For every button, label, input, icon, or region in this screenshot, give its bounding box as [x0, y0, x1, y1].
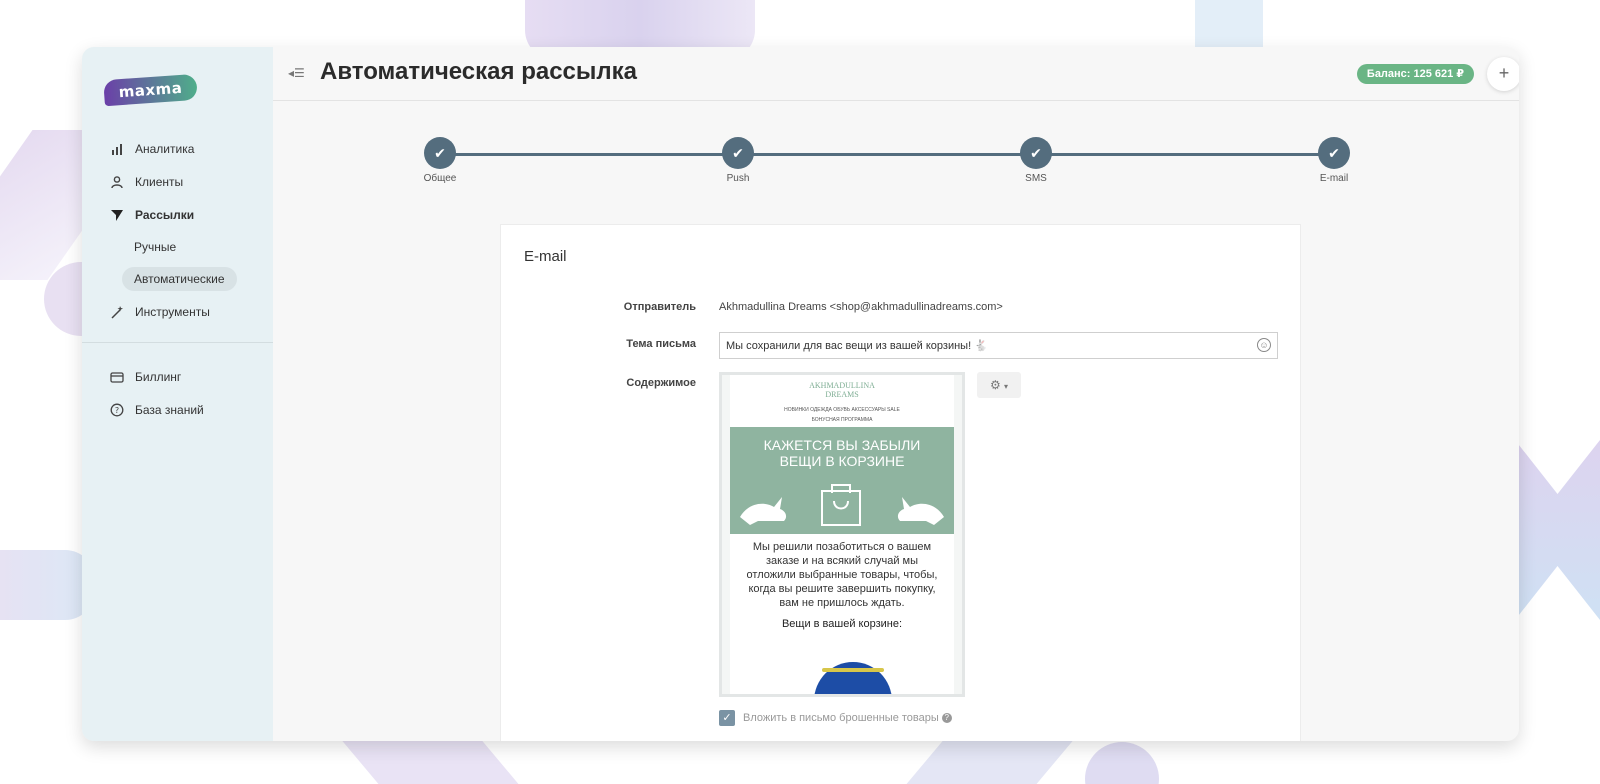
check-icon: ✔: [424, 137, 456, 169]
check-icon: ✔: [722, 137, 754, 169]
preview-nav: НОВИНКИ ОДЕЖДА ОБУВЬ АКСЕССУАРЫ SALE БОН…: [730, 405, 954, 425]
email-template-preview[interactable]: AKHMADULLINA DREAMS НОВИНКИ ОДЕЖДА ОБУВЬ…: [719, 372, 965, 697]
sidebar-item-clients[interactable]: Клиенты: [82, 165, 273, 198]
preview-body-text: Мы решили позаботиться о вашем заказе и …: [746, 541, 938, 609]
step-email[interactable]: ✔ E-mail: [1317, 137, 1351, 184]
check-icon: ✔: [1318, 137, 1350, 169]
email-preview-body: AKHMADULLINA DREAMS НОВИНКИ ОДЕЖДА ОБУВЬ…: [730, 375, 954, 694]
magic-wand-icon: [109, 304, 125, 320]
check-icon: ✔: [1020, 137, 1052, 169]
preview-headline-line: КАЖЕТСЯ ВЫ ЗАБЫЛИ: [763, 437, 921, 453]
step-label: Общее: [423, 173, 457, 184]
user-icon: [109, 174, 125, 190]
stepper-progress-line: [441, 153, 1335, 156]
product-image: [814, 662, 892, 694]
sidebar-subitem-manual[interactable]: Ручные: [82, 231, 273, 263]
attach-items-checkbox[interactable]: ✓: [719, 710, 735, 726]
sidebar-item-label: База знаний: [135, 402, 204, 417]
sender-label: Отправитель: [623, 301, 696, 313]
background-shape: [1085, 742, 1159, 784]
sidebar-subitem-label: Ручные: [134, 240, 177, 254]
sidebar-item-label: Рассылки: [135, 207, 195, 222]
preview-brand: AKHMADULLINA DREAMS: [730, 381, 954, 399]
email-settings-card: E-mail Отправитель Akhmadullina Dreams <…: [500, 224, 1301, 741]
main-content: ◂☰ Автоматическая рассылка Баланс: 125 6…: [273, 47, 1519, 741]
step-general[interactable]: ✔ Общее: [423, 137, 457, 184]
preview-banner: КАЖЕТСЯ ВЫ ЗАБЫЛИ ВЕЩИ В КОРЗИНЕ: [730, 427, 954, 534]
svg-text:?: ?: [115, 406, 119, 415]
wizard-stepper: ✔ Общее ✔ Push ✔ SMS ✔ E-mail: [423, 137, 1353, 187]
sidebar-item-label: Биллинг: [135, 369, 182, 384]
preview-headline-line: ВЕЩИ В КОРЗИНЕ: [779, 453, 905, 469]
sidebar: maxma Аналитика Клиенты Рассылки Ручные …: [82, 47, 273, 741]
sidebar-divider: [82, 342, 273, 343]
preview-brand-line: DREAMS: [825, 390, 859, 399]
background-shape: [0, 550, 95, 620]
bar-chart-icon: [109, 141, 125, 157]
preview-cart-title: Вещи в вашей корзине:: [781, 618, 903, 630]
step-label: SMS: [1025, 173, 1047, 184]
background-shape: [906, 740, 1074, 784]
attach-items-label: Вложить в письмо брошенные товары: [743, 712, 939, 724]
balance-badge[interactable]: Баланс: 125 621 ₽: [1356, 64, 1474, 84]
sidebar-item-billing[interactable]: Биллинг: [82, 360, 273, 393]
logo[interactable]: maxma: [103, 73, 198, 107]
credit-card-icon: [109, 369, 125, 385]
send-icon: [109, 207, 125, 223]
sidebar-nav: Аналитика Клиенты Рассылки Ручные Автома…: [82, 132, 273, 426]
sidebar-item-knowledge-base[interactable]: ? База знаний: [82, 393, 273, 426]
app-window: maxma Аналитика Клиенты Рассылки Ручные …: [82, 47, 1519, 741]
sidebar-subitem-label: Автоматические: [122, 267, 237, 291]
content-label: Содержимое: [626, 377, 696, 389]
emoji-picker-icon[interactable]: ☺: [1257, 338, 1271, 352]
section-title: E-mail: [524, 248, 567, 265]
page-title: Автоматическая рассылка: [320, 58, 637, 85]
add-button[interactable]: +: [1487, 57, 1519, 91]
sidebar-item-mailings[interactable]: Рассылки: [82, 198, 273, 231]
preview-nav-line: БОНУСНАЯ ПРОГРАММА: [811, 417, 873, 423]
top-bar: ◂☰ Автоматическая рассылка Баланс: 125 6…: [273, 47, 1519, 101]
preview-brand-line: AKHMADULLINA: [809, 381, 875, 390]
template-settings-button[interactable]: ⚙ ▾: [977, 372, 1021, 398]
preview-nav-line: НОВИНКИ ОДЕЖДА ОБУВЬ АКСЕССУАРЫ SALE: [784, 407, 900, 413]
rabbits-and-bag-illustration: [740, 484, 944, 526]
sidebar-item-tools[interactable]: Инструменты: [82, 295, 273, 328]
subject-label: Тема письма: [626, 338, 696, 350]
collapse-sidebar-icon[interactable]: ◂☰: [288, 66, 305, 80]
sidebar-subitem-automatic[interactable]: Автоматические: [82, 263, 273, 295]
preview-headline: КАЖЕТСЯ ВЫ ЗАБЫЛИ ВЕЩИ В КОРЗИНЕ: [730, 427, 954, 469]
help-circle-icon: ?: [109, 402, 125, 418]
sidebar-item-label: Инструменты: [135, 304, 210, 319]
subject-input[interactable]: Мы сохранили для вас вещи из вашей корзи…: [719, 332, 1278, 359]
gear-icon: ⚙: [989, 378, 1001, 392]
step-label: E-mail: [1319, 173, 1349, 184]
caret-down-icon: ▾: [1004, 382, 1009, 391]
attach-abandoned-items-option[interactable]: ✓ Вложить в письмо брошенные товары ?: [719, 710, 952, 726]
step-label: Push: [726, 173, 750, 184]
background-shape: [1515, 440, 1600, 620]
step-push[interactable]: ✔ Push: [721, 137, 755, 184]
background-shape: [341, 740, 519, 784]
sender-value: Akhmadullina Dreams <shop@akhmadullinadr…: [719, 301, 1003, 313]
step-sms[interactable]: ✔ SMS: [1019, 137, 1053, 184]
help-icon[interactable]: ?: [941, 713, 952, 723]
sidebar-item-label: Клиенты: [135, 174, 184, 189]
sidebar-item-label: Аналитика: [135, 141, 195, 156]
sidebar-item-analytics[interactable]: Аналитика: [82, 132, 273, 165]
